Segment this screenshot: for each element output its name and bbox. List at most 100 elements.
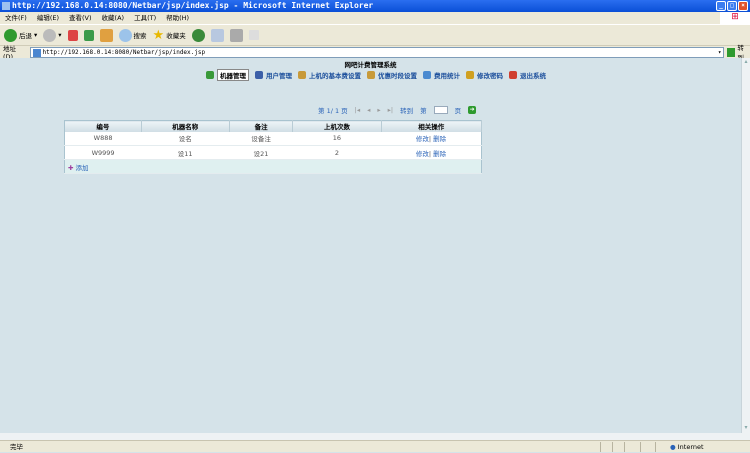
- cell-id: W888: [64, 131, 142, 146]
- stats-icon: [423, 71, 431, 79]
- page-prefix: 第: [420, 107, 427, 115]
- menu-edit[interactable]: 编辑(E): [37, 12, 59, 24]
- window-title: http://192.168.0.14:8080/Netbar/jsp/inde…: [12, 1, 374, 10]
- main-nav: 机器管理 用户管理 上机的基本费设置 优惠时段设置 费用统计 修改密码 退出系统: [206, 69, 546, 81]
- search-button[interactable]: 搜索: [118, 28, 147, 42]
- page-icon: [32, 48, 41, 57]
- col-count: 上机次数: [292, 120, 382, 132]
- favorites-button[interactable]: ★ 收藏夹: [153, 28, 186, 43]
- last-page-button[interactable]: ▸|: [388, 106, 393, 114]
- maximize-button[interactable]: □: [727, 1, 737, 11]
- cell-actions: 修改| 删除: [381, 145, 482, 160]
- nav-label: 优惠时段设置: [378, 72, 417, 80]
- star-icon: [206, 71, 214, 79]
- mail-icon[interactable]: [210, 28, 224, 42]
- menu-tools[interactable]: 工具(T): [134, 12, 156, 24]
- nav-user-management[interactable]: 用户管理: [255, 70, 292, 80]
- nav-logout[interactable]: 退出系统: [509, 70, 546, 80]
- refresh-icon[interactable]: [83, 29, 94, 41]
- user-icon: [255, 71, 263, 79]
- nav-label: 费用统计: [434, 72, 460, 80]
- menu-help[interactable]: 帮助(H): [166, 12, 189, 24]
- edit-link[interactable]: 修改: [416, 150, 429, 158]
- page-suffix: 页: [454, 107, 462, 115]
- address-input[interactable]: http://192.168.0.14:8080/Netbar/jsp/inde…: [29, 46, 724, 58]
- favorites-label: 收藏夹: [166, 32, 186, 40]
- add-row: ✚ 添加: [64, 159, 482, 174]
- search-icon: [118, 28, 132, 42]
- nav-label: 退出系统: [520, 72, 546, 80]
- nav-label: 用户管理: [266, 72, 292, 80]
- search-label: 搜索: [133, 32, 147, 40]
- toolbar: 后退 ▾ ▾ 搜索 ★ 收藏夹: [0, 24, 750, 45]
- nav-label: 机器管理: [217, 69, 249, 81]
- internet-zone: ● Internet: [670, 441, 704, 453]
- nav-change-password[interactable]: 修改密码: [466, 70, 503, 80]
- zone-label: Internet: [677, 443, 704, 451]
- ie-icon: [2, 2, 10, 10]
- minimize-button[interactable]: _: [716, 1, 726, 11]
- vertical-scrollbar[interactable]: ▴ ▾: [741, 58, 750, 433]
- back-button[interactable]: 后退 ▾: [4, 28, 37, 42]
- horizontal-area: [0, 433, 750, 440]
- nav-label: 上机的基本费设置: [309, 72, 361, 80]
- status-text: 完毕: [10, 443, 23, 451]
- chevron-down-icon[interactable]: ▾: [718, 48, 722, 57]
- go-page-button[interactable]: ➜: [468, 106, 477, 114]
- stop-icon[interactable]: [67, 29, 78, 41]
- cell-name: 设名: [141, 131, 230, 146]
- first-page-button[interactable]: |◂: [355, 106, 360, 114]
- system-title: 网吧计费管理系统: [344, 61, 397, 69]
- menu-view[interactable]: 查看(V): [69, 12, 92, 24]
- add-link[interactable]: 添加: [76, 164, 89, 172]
- col-actions: 相关操作: [381, 120, 482, 132]
- table-row: W9999 设11 设21 2 修改| 删除: [64, 145, 482, 160]
- title-bar: http://192.168.0.14:8080/Netbar/jsp/inde…: [0, 0, 750, 12]
- go-arrow-icon: [726, 47, 736, 57]
- exit-icon: [509, 71, 517, 79]
- menu-file[interactable]: 文件(F): [5, 12, 27, 24]
- table-row: W888 设名 设备注 16 修改| 删除: [64, 131, 482, 146]
- back-arrow-icon: [4, 28, 17, 42]
- pager: 第 1/ 1 页 |◂ ◂ ▸ ▸| 转到 第 页 ➜: [318, 105, 477, 115]
- history-icon[interactable]: [191, 28, 205, 42]
- nav-fee-statistics[interactable]: 费用统计: [423, 70, 460, 80]
- print-icon[interactable]: [229, 28, 243, 42]
- delete-link[interactable]: 删除: [433, 150, 446, 158]
- edit-link[interactable]: 修改: [416, 135, 429, 143]
- nav-label: 修改密码: [477, 72, 503, 80]
- page-number-input[interactable]: [433, 106, 448, 114]
- globe-icon: ●: [670, 443, 676, 451]
- cell-count: 16: [292, 131, 381, 146]
- machine-table: 编号 机器名称 备注 上机次数 相关操作 W888 设名 设备注 16 修改| 删除 W9999…: [64, 120, 482, 174]
- back-label: 后退: [19, 32, 32, 40]
- settings-icon: [367, 71, 375, 79]
- cell-actions: 修改| 删除: [381, 131, 482, 146]
- nav-discount-period[interactable]: 优惠时段设置: [367, 70, 417, 80]
- scroll-down-icon[interactable]: ▾: [742, 424, 750, 433]
- nav-machine-management[interactable]: 机器管理: [206, 69, 249, 81]
- edit-icon[interactable]: [248, 30, 259, 40]
- scroll-up-icon[interactable]: ▴: [742, 58, 750, 67]
- col-name: 机器名称: [141, 120, 230, 132]
- key-icon: [466, 71, 474, 79]
- col-note: 备注: [229, 120, 294, 132]
- close-button[interactable]: ×: [738, 1, 748, 11]
- cell-name: 设11: [141, 145, 230, 160]
- cell-note: 设备注: [229, 131, 293, 146]
- next-page-button[interactable]: ▸: [377, 106, 380, 114]
- status-bar: 完毕 ● Internet: [0, 440, 750, 452]
- nav-base-fee-settings[interactable]: 上机的基本费设置: [298, 70, 361, 80]
- goto-label: 转到: [400, 107, 414, 115]
- address-bar: 地址(D) http://192.168.0.14:8080/Netbar/js…: [0, 44, 750, 62]
- delete-link[interactable]: 删除: [433, 135, 446, 143]
- menu-favorites[interactable]: 收藏(A): [102, 12, 125, 24]
- forward-button[interactable]: ▾: [43, 28, 62, 42]
- prev-page-button[interactable]: ◂: [367, 106, 370, 114]
- cell-id: W9999: [64, 145, 142, 160]
- forward-arrow-icon: [43, 28, 57, 42]
- page-info: 第 1/ 1 页: [318, 107, 348, 115]
- cell-count: 2: [292, 145, 381, 160]
- home-icon[interactable]: [99, 28, 113, 42]
- star-icon: ★: [152, 27, 165, 43]
